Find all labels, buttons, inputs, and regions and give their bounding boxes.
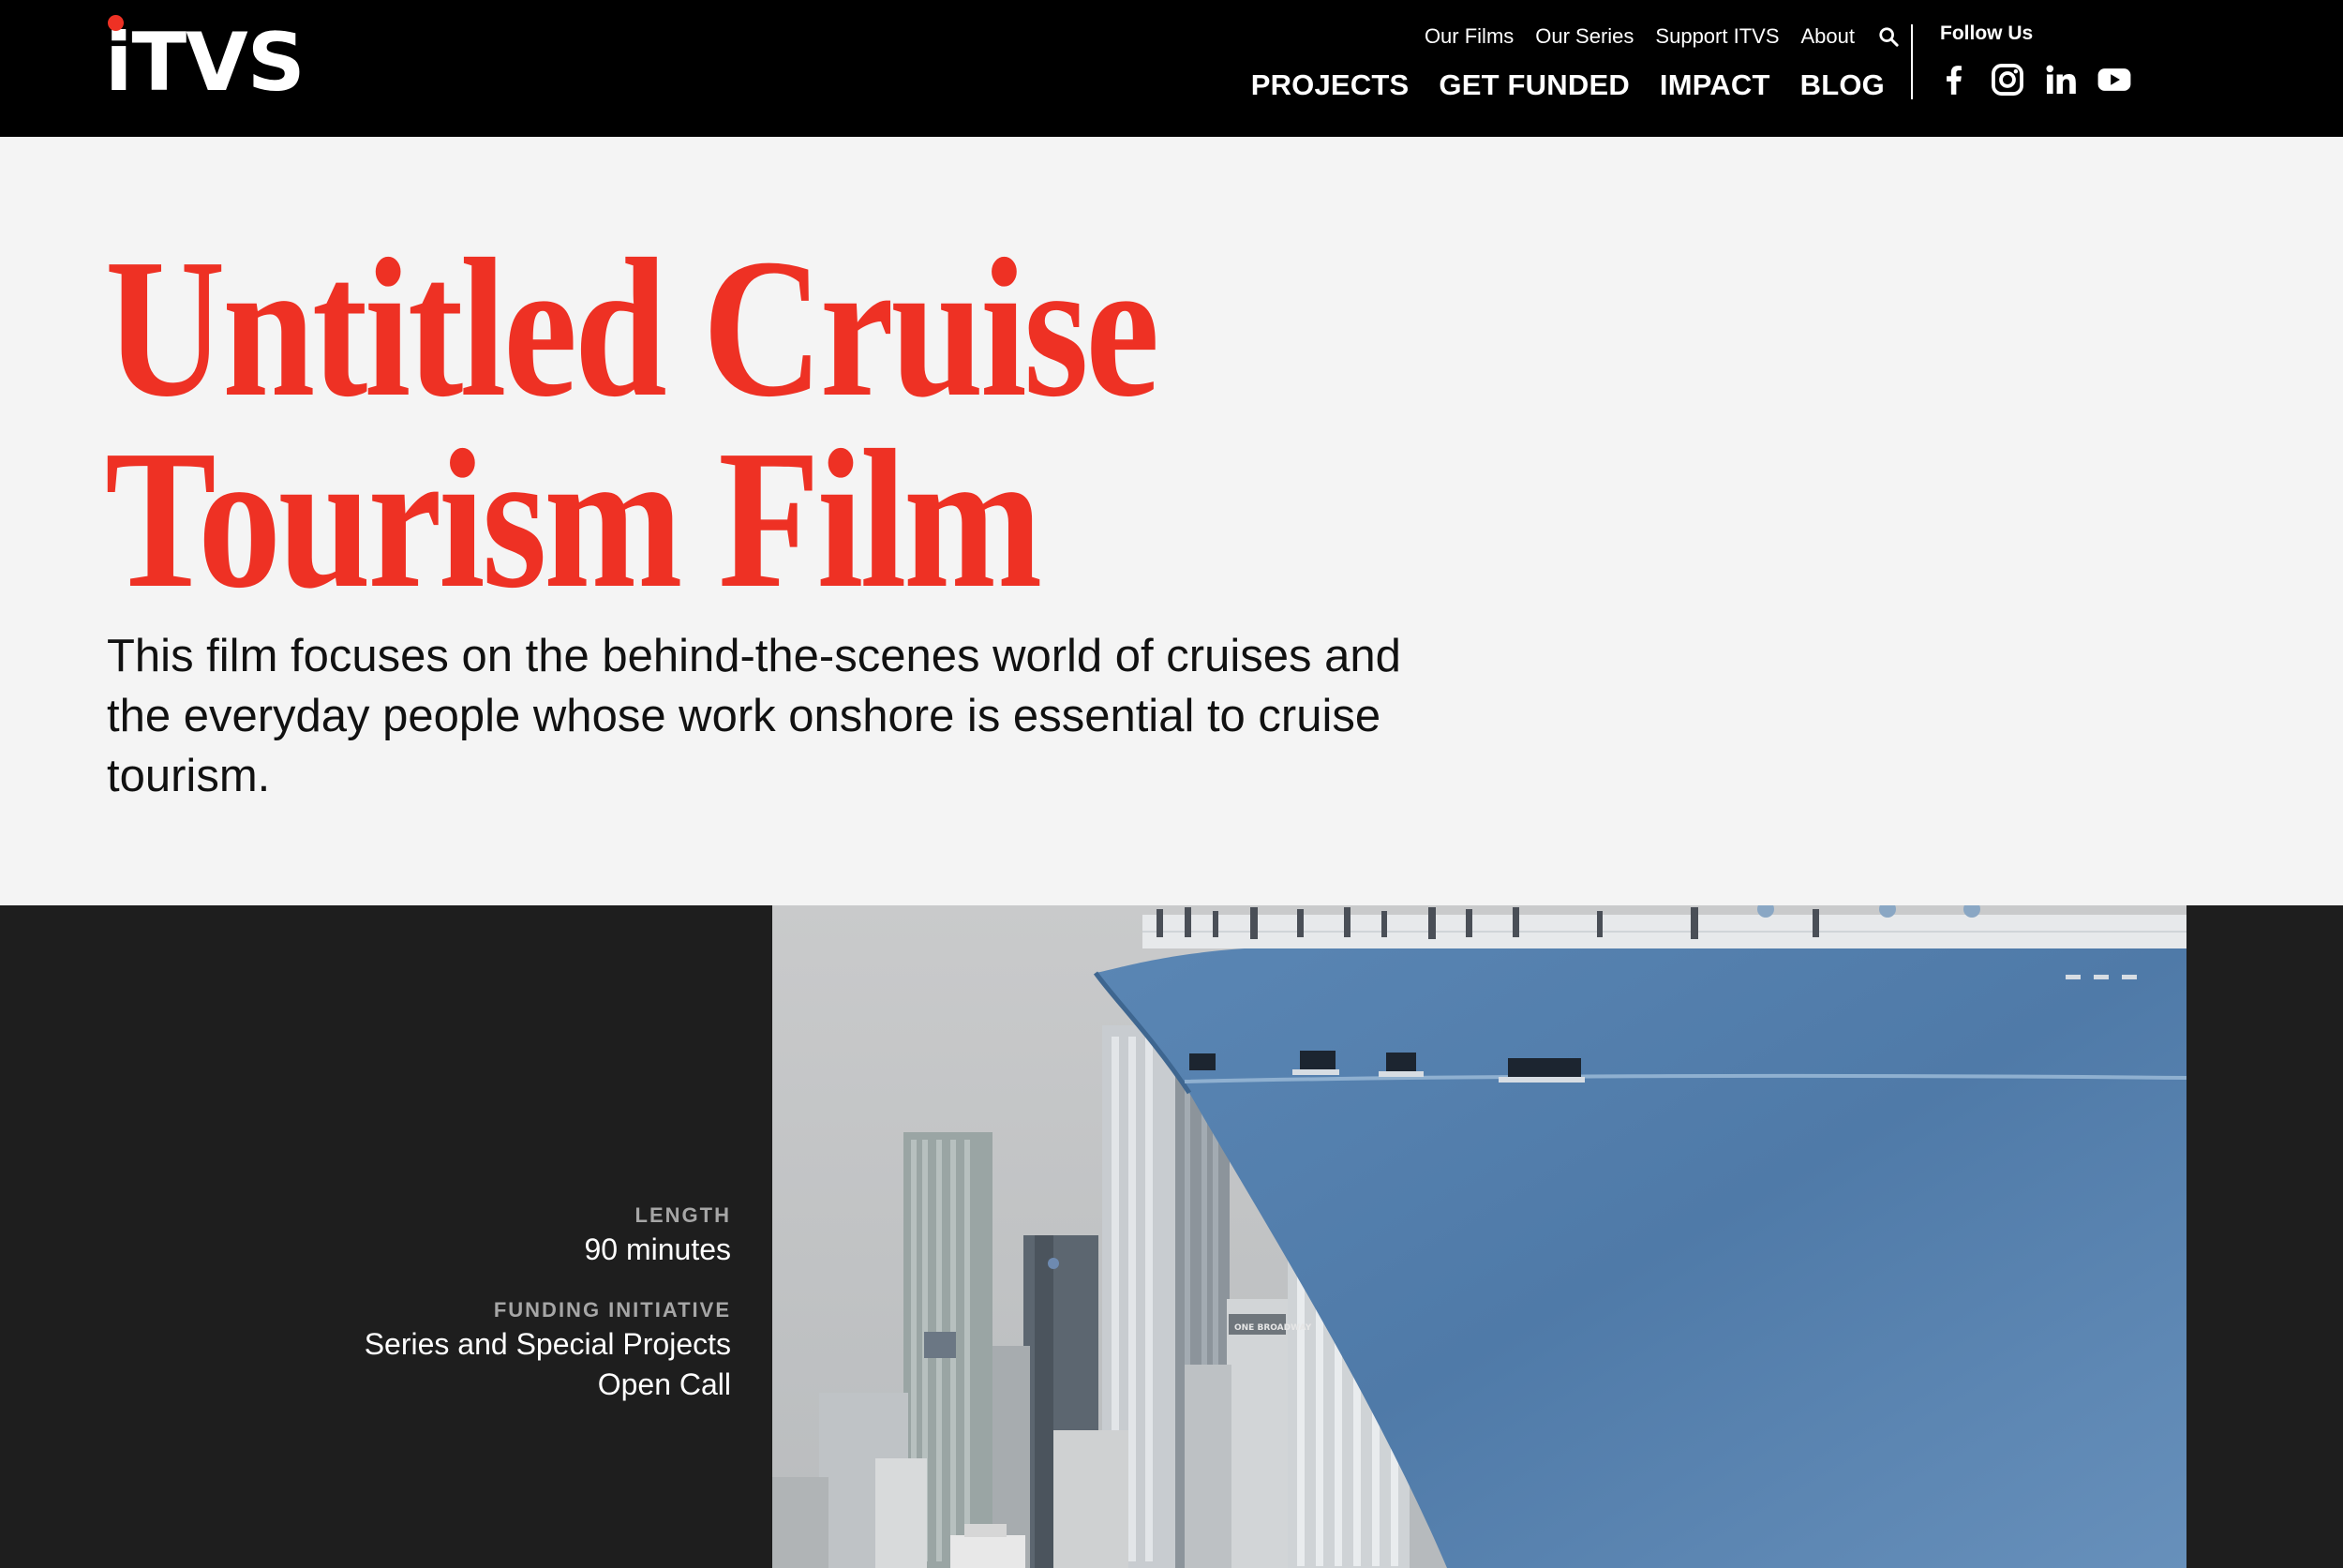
instagram-icon[interactable]: [1990, 62, 2025, 97]
follow-us-label: Follow Us: [1940, 22, 2034, 44]
length-value: 90 minutes: [584, 1232, 731, 1266]
nav-our-series[interactable]: Our Series: [1535, 24, 1634, 49]
nav-impact[interactable]: IMPACT: [1660, 68, 1770, 102]
nav-divider: [1911, 24, 1913, 99]
utility-nav: Our Films Our Series Support ITVS About: [1425, 22, 1899, 51]
film-details-band: LENGTH 90 minutes FUNDING INITIATIVE Ser…: [0, 905, 2343, 1568]
film-meta: LENGTH 90 minutes FUNDING INITIATIVE Ser…: [169, 1202, 731, 1405]
nav-our-films[interactable]: Our Films: [1425, 24, 1514, 49]
building-sign-text: ONE BROADWAY: [1234, 1323, 1312, 1333]
nav-support-itvs[interactable]: Support ITVS: [1655, 24, 1779, 49]
search-icon[interactable]: [1878, 26, 1899, 47]
facebook-icon[interactable]: [1936, 62, 1972, 97]
logo-dot: [108, 15, 124, 31]
page-title: Untitled Cruise Tourism Film: [105, 217, 1159, 629]
funding-initiative-label: FUNDING INITIATIVE: [493, 1298, 731, 1322]
main-nav: PROJECTS GET FUNDED IMPACT BLOG: [1251, 64, 1885, 107]
nav-blog[interactable]: BLOG: [1800, 68, 1885, 102]
social-links: [1936, 60, 2132, 99]
film-still-image: ONE BROADWAY: [772, 905, 2186, 1568]
site-header: iTVS Our Films Our Series Support ITVS A…: [0, 0, 2343, 137]
film-description: This film focuses on the behind-the-scen…: [107, 631, 1401, 801]
nav-projects[interactable]: PROJECTS: [1251, 68, 1410, 102]
funding-initiative-value-line2[interactable]: Open Call: [169, 1365, 731, 1405]
length-label: LENGTH: [634, 1203, 731, 1227]
funding-initiative-value-line1[interactable]: Series and Special Projects: [169, 1324, 731, 1365]
logo-wordmark: iTVS: [105, 16, 306, 110]
nav-about[interactable]: About: [1801, 24, 1856, 49]
linkedin-icon[interactable]: [2043, 62, 2079, 97]
youtube-icon[interactable]: [2097, 62, 2132, 97]
itvs-logo[interactable]: iTVS: [105, 13, 306, 105]
nav-get-funded[interactable]: GET FUNDED: [1439, 68, 1630, 102]
